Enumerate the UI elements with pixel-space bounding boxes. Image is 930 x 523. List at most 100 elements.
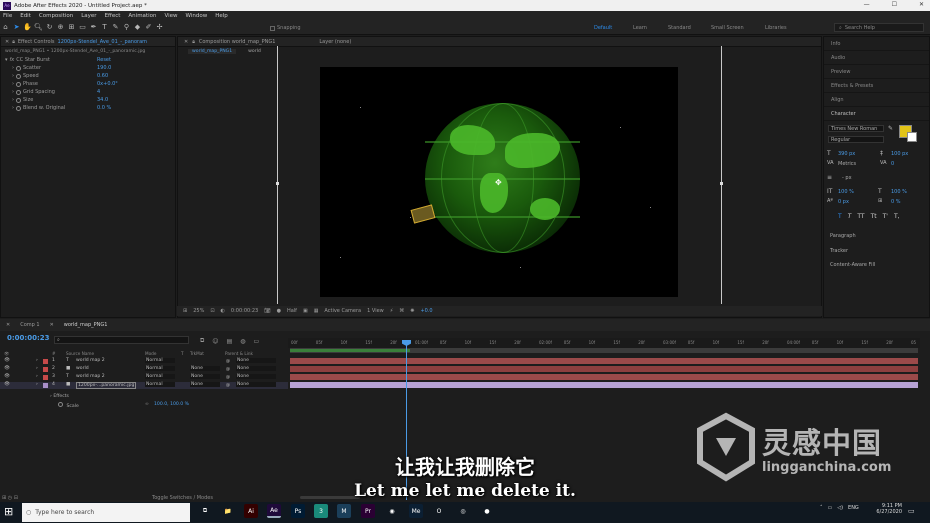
workspace-default[interactable]: Default	[594, 25, 612, 31]
type-tool-icon[interactable]: T	[99, 23, 110, 31]
taskbar-app-app-circle[interactable]: ◉	[385, 504, 399, 518]
font-size-value[interactable]: 390 px	[838, 151, 855, 157]
timeline-current-time[interactable]: 0:00:00:23	[7, 334, 50, 342]
chevron-right-icon[interactable]: ›	[36, 382, 38, 387]
stopwatch-icon[interactable]	[16, 81, 21, 87]
blend-mode-dropdown[interactable]: Normal	[145, 366, 175, 371]
effects-group[interactable]: › Effects	[50, 394, 69, 399]
label-color-swatch[interactable]: #c74a4a	[43, 375, 48, 380]
parent-dropdown[interactable]: None	[236, 366, 276, 371]
layer-row[interactable]: 👁︎ › #c74a4a 3 Tworld map 2 Normal None @ None	[0, 374, 288, 381]
panel-paragraph[interactable]: Paragraph	[830, 233, 856, 239]
faux-bold-button[interactable]: T	[838, 213, 842, 220]
superscript-button[interactable]: T'	[883, 213, 888, 220]
taskbar-app-premiere[interactable]: Pr	[361, 504, 375, 518]
taskbar-app-media-encoder[interactable]: Me	[409, 504, 423, 518]
snapping-toggle[interactable]: Snapping	[270, 25, 301, 31]
visibility-icon[interactable]: 👁︎	[4, 374, 10, 379]
comp-breadcrumb-world-map[interactable]: world_map_PNG1	[188, 49, 237, 54]
taskbar-app-after-effects[interactable]: Ae	[267, 504, 281, 518]
exposure-value[interactable]: +0.0	[420, 308, 432, 314]
panel-tracker[interactable]: Tracker	[830, 248, 848, 254]
panel-content-aware-fill[interactable]: Content-Aware Fill	[830, 262, 875, 268]
chevron-right-icon[interactable]: ›	[36, 366, 38, 371]
lock-icon[interactable]: 🔒︎	[12, 39, 15, 45]
tracking-value[interactable]: 0	[891, 161, 894, 167]
menu-animation[interactable]: Animation	[128, 13, 156, 19]
layer-name[interactable]: world	[76, 366, 89, 371]
chevron-right-icon[interactable]: ›	[12, 81, 14, 87]
transparency-grid-icon[interactable]: ▦	[314, 308, 319, 314]
time-ruler[interactable]: 00f 05f 10f 15f 20f 01:00f 05f 10f 15f 20f 02:00f 0…	[288, 338, 920, 348]
visibility-icon[interactable]: 👁︎	[4, 382, 10, 387]
layer-duration-bar[interactable]	[290, 382, 918, 388]
zoom-tool-icon[interactable]: 🔍︎	[33, 23, 44, 31]
pick-whip-icon[interactable]: @	[226, 358, 230, 363]
faux-italic-button[interactable]: T	[848, 213, 852, 220]
snapshot-icon[interactable]: 📷︎	[264, 308, 270, 314]
taskbar-app-opera[interactable]: O	[432, 504, 446, 518]
chevron-right-icon[interactable]: ›	[36, 374, 38, 379]
visibility-icon[interactable]: 👁︎	[4, 366, 10, 371]
clone-stamp-tool-icon[interactable]: ⚲	[121, 23, 132, 31]
pan-behind-tool-icon[interactable]: ⊞	[66, 23, 77, 31]
trkmat-dropdown[interactable]: None	[190, 366, 220, 371]
property-value[interactable]: 34.0	[97, 97, 108, 103]
minimize-icon[interactable]: —	[864, 1, 870, 8]
reset-link[interactable]: Reset	[97, 57, 111, 63]
trkmat-dropdown[interactable]: None	[190, 382, 220, 387]
notifications-icon[interactable]: ▭	[908, 507, 915, 515]
roto-brush-tool-icon[interactable]: ✐	[143, 23, 154, 31]
transform-handle[interactable]	[276, 182, 279, 185]
property-value[interactable]: 4	[97, 89, 100, 95]
parent-dropdown[interactable]: None	[236, 374, 276, 379]
tsume-value[interactable]: 0 %	[891, 199, 901, 205]
timeline-search-input[interactable]: ⌕	[54, 336, 189, 344]
layer-name[interactable]: world map 2	[76, 358, 105, 363]
resolution-dropdown[interactable]: Half	[287, 308, 297, 314]
stroke-width-value[interactable]: - px	[842, 175, 852, 181]
taskbar-app-illustrator[interactable]: Ai	[244, 504, 258, 518]
subscript-button[interactable]: T,	[894, 213, 900, 220]
network-icon[interactable]: ▭	[828, 505, 833, 511]
blend-mode-dropdown[interactable]: Normal	[145, 358, 175, 363]
property-value[interactable]: 0x+0.0°	[97, 81, 118, 87]
taskbar-app-file-explorer[interactable]: 📁	[221, 504, 235, 518]
rectangle-tool-icon[interactable]: ▭	[77, 23, 88, 31]
camera-tool-icon[interactable]: ⊕	[55, 23, 66, 31]
channel-icon[interactable]: ●	[277, 308, 281, 314]
region-icon[interactable]: ⊞	[183, 308, 187, 314]
roi-icon[interactable]: ▣	[303, 308, 308, 314]
timeline-tab-world-map[interactable]: world_map_PNG1	[64, 322, 108, 328]
taskbar-search-box[interactable]: ○ Type here to search	[22, 503, 190, 522]
stopwatch-icon[interactable]	[58, 402, 63, 407]
eyedropper-icon[interactable]: ✎	[888, 125, 893, 132]
vertical-scale-value[interactable]: 100 %	[838, 189, 854, 195]
layer-row[interactable]: 👁︎ › #c74a4a 2 ■ world Normal None @ None	[0, 366, 288, 373]
stopwatch-icon[interactable]	[16, 65, 21, 71]
camera-dropdown[interactable]: Active Camera	[324, 308, 361, 314]
exposure-icon[interactable]: ✺	[410, 308, 414, 314]
label-color-swatch[interactable]: #c74a4a	[43, 367, 48, 372]
pick-whip-icon[interactable]: @	[226, 382, 230, 387]
workspace-learn[interactable]: Learn	[633, 25, 647, 31]
panel-audio[interactable]: Audio	[824, 51, 929, 65]
menu-edit[interactable]: Edit	[20, 13, 31, 19]
rotate-tool-icon[interactable]: ↻	[44, 23, 55, 31]
menu-effect[interactable]: Effect	[105, 13, 121, 19]
graph-editor-icon[interactable]: ▭	[253, 338, 259, 345]
work-area-bar[interactable]	[290, 348, 918, 353]
menu-view[interactable]: View	[164, 13, 177, 19]
taskbar-app-photoshop[interactable]: Ps	[291, 504, 305, 518]
timeline-tab-comp1[interactable]: Comp 1	[20, 322, 39, 328]
layer-row[interactable]: 👁︎ › #a88fc9 4 ■ 1200px-...panoramic.jpg Norma…	[0, 382, 288, 389]
property-value[interactable]: 190.0	[97, 65, 111, 71]
windows-start-icon[interactable]: ⊞	[4, 505, 18, 519]
layer-duration-bar[interactable]	[290, 358, 918, 364]
chevron-right-icon[interactable]: ›	[36, 358, 38, 363]
pick-whip-icon[interactable]: @	[226, 366, 230, 371]
panel-info[interactable]: Info	[824, 37, 929, 51]
language-indicator[interactable]: ENG	[848, 505, 859, 511]
maximize-icon[interactable]: ☐	[892, 1, 897, 8]
column-source-name[interactable]: Source Name	[66, 351, 94, 356]
